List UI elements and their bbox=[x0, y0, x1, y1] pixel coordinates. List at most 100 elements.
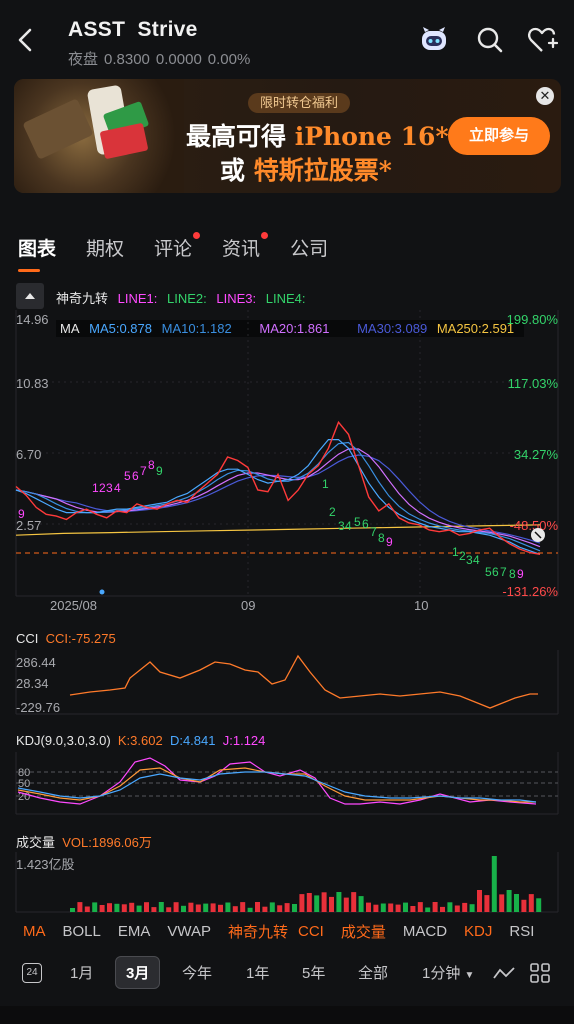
td-label: 7 bbox=[500, 565, 507, 579]
td-label: 3 bbox=[106, 481, 113, 495]
indicator-cci[interactable]: CCI bbox=[298, 923, 324, 940]
cci-line bbox=[69, 654, 538, 709]
volume-bar bbox=[218, 904, 223, 912]
y-pct-tick: 199.80% bbox=[507, 312, 559, 327]
volume-bar bbox=[491, 856, 497, 912]
indicator-switch-bar: MA BOLL EMA VWAP 神奇九转 CCI 成交量 MACD KDJ R… bbox=[0, 918, 574, 944]
volume-bar bbox=[314, 895, 320, 912]
period-3m[interactable]: 3月 bbox=[115, 956, 161, 989]
unread-dot bbox=[193, 232, 201, 239]
tab-news[interactable]: 资讯 bbox=[222, 232, 269, 266]
td-line1: LINE1: bbox=[117, 291, 158, 306]
tab-options-label: 期权 bbox=[86, 239, 125, 260]
price: 0.8300 bbox=[104, 51, 150, 68]
y-tick: 2.57 bbox=[16, 518, 41, 533]
tab-company-label: 公司 bbox=[290, 239, 329, 260]
indicator-macd[interactable]: MACD bbox=[403, 923, 447, 940]
kdj-chart[interactable]: 80 50 20 bbox=[0, 752, 574, 816]
search-icon[interactable] bbox=[474, 24, 506, 56]
period-5y[interactable]: 5年 bbox=[302, 962, 325, 983]
indicator-ma[interactable]: MA bbox=[23, 923, 46, 940]
change-pct: 0.00% bbox=[207, 51, 251, 68]
add-watchlist-heart-icon[interactable] bbox=[526, 24, 558, 56]
tab-news-label: 资讯 bbox=[222, 239, 261, 260]
cci-tick: 286.44 bbox=[16, 655, 56, 670]
td-label: 6 bbox=[132, 469, 139, 483]
volume-bar bbox=[210, 903, 216, 912]
period-1m[interactable]: 1月 bbox=[70, 962, 93, 983]
td-label: 6 bbox=[492, 565, 499, 579]
indicator-kdj[interactable]: KDJ bbox=[464, 923, 492, 940]
td-label: 1 bbox=[322, 477, 329, 491]
indicator-td-sequential[interactable]: 神奇九转 bbox=[228, 921, 288, 942]
price-chart[interactable]: 9 1 2 3 4 5 6 7 8 9 1 2 3 4 5 6 7 8 1 2 … bbox=[0, 310, 574, 610]
event-marker[interactable] bbox=[99, 589, 105, 595]
tab-options[interactable]: 期权 bbox=[86, 234, 124, 266]
period-1y[interactable]: 1年 bbox=[246, 962, 269, 983]
ma5-line bbox=[15, 439, 541, 555]
promo-line-2-mark: * bbox=[378, 156, 392, 185]
indicator-ema[interactable]: EMA bbox=[118, 923, 151, 940]
period-minute-label: 1分钟 bbox=[422, 965, 461, 982]
td-label: 3 bbox=[338, 519, 345, 533]
period-ytd[interactable]: 今年 bbox=[182, 962, 212, 983]
indicator-volume[interactable]: 成交量 bbox=[341, 921, 386, 942]
robot-assistant-icon[interactable] bbox=[418, 24, 450, 56]
detail-tabs: 图表 期权 评论 资讯 公司 bbox=[18, 232, 358, 272]
td-label: 9 bbox=[156, 464, 163, 478]
volume-bar bbox=[121, 904, 127, 912]
close-banner-icon[interactable]: ✕ bbox=[536, 87, 554, 105]
volume-bar bbox=[477, 890, 482, 912]
promo-join-button[interactable]: 立即参与 bbox=[448, 117, 550, 155]
volume-bar bbox=[417, 902, 423, 912]
collapse-chart-button[interactable] bbox=[16, 283, 44, 309]
kdj-axis: 80 50 20 bbox=[18, 767, 30, 803]
volume-bar bbox=[114, 903, 120, 912]
unread-dot bbox=[261, 232, 269, 239]
volume-bar bbox=[166, 907, 172, 912]
volume-bar bbox=[432, 902, 438, 912]
volume-bar bbox=[447, 902, 453, 912]
tab-comments[interactable]: 评论 bbox=[154, 232, 201, 266]
indicator-rsi[interactable]: RSI bbox=[509, 923, 534, 940]
volume-bar bbox=[77, 902, 83, 912]
volume-bar bbox=[440, 906, 445, 912]
promo-banner[interactable]: 限时转仓福利 最高可得 iPhone 16* 或 特斯拉股票* 立即参与 ✕ bbox=[14, 79, 561, 193]
company-name: Strive bbox=[137, 18, 198, 41]
cci-chart[interactable]: 286.44 28.34 -229.76 bbox=[0, 650, 574, 718]
period-minute-dropdown[interactable]: 1分钟 ▼ bbox=[422, 962, 474, 983]
y-pct-tick: 34.27% bbox=[514, 447, 559, 462]
volume-bar bbox=[380, 903, 386, 912]
volume-bar bbox=[255, 902, 260, 912]
volume-bar bbox=[70, 908, 75, 912]
volume-bar bbox=[395, 904, 401, 912]
volume-bar bbox=[506, 890, 512, 912]
x-tick: 10 bbox=[414, 598, 428, 610]
volume-bar bbox=[225, 902, 231, 912]
tab-company[interactable]: 公司 bbox=[290, 234, 328, 266]
volume-bar bbox=[336, 892, 342, 912]
kdj-j: J:1.124 bbox=[222, 733, 266, 748]
calendar-24h-icon[interactable]: 24 bbox=[22, 963, 42, 983]
td-label: 5 bbox=[354, 515, 361, 529]
tab-chart[interactable]: 图表 bbox=[18, 234, 56, 272]
td-label: 1 bbox=[92, 481, 99, 495]
y-tick: 6.70 bbox=[16, 447, 41, 462]
grid-layout-icon[interactable] bbox=[530, 963, 550, 983]
indicator-vwap[interactable]: VWAP bbox=[167, 923, 211, 940]
indicator-boll[interactable]: BOLL bbox=[63, 923, 101, 940]
volume-bar bbox=[292, 904, 297, 912]
line-chart-style-icon[interactable] bbox=[493, 966, 515, 980]
promo-line-2-prefix: 或 bbox=[220, 156, 254, 185]
td-label: 8 bbox=[378, 531, 385, 545]
back-arrow-icon[interactable] bbox=[14, 26, 38, 54]
volume-chart[interactable] bbox=[0, 852, 574, 914]
volume-bar bbox=[366, 902, 371, 912]
volume-value: VOL:1896.06万 bbox=[62, 835, 152, 850]
td-label: 7 bbox=[370, 525, 377, 539]
period-all[interactable]: 全部 bbox=[358, 962, 388, 983]
expand-chart-icon[interactable] bbox=[531, 528, 545, 542]
td-line4: LINE4: bbox=[265, 291, 306, 306]
period-selector: 24 1月 3月 今年 1年 5年 全部 1分钟 ▼ bbox=[0, 954, 574, 992]
td-label: 5 bbox=[124, 469, 131, 483]
